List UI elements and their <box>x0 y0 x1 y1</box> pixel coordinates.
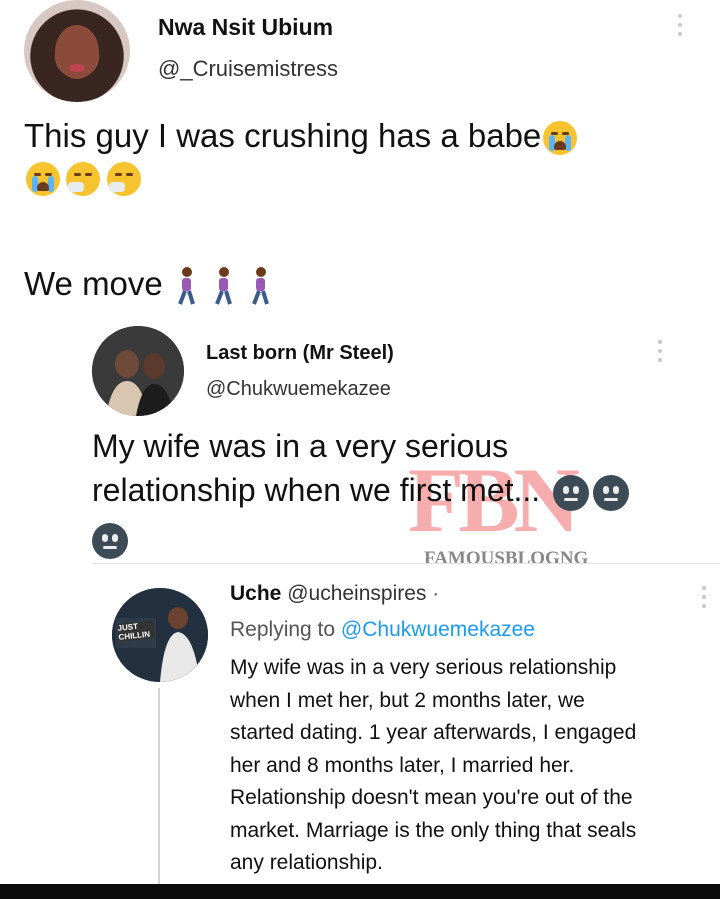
profile-photo <box>55 25 99 79</box>
reply-author-handle[interactable]: @ucheinspires <box>287 582 426 605</box>
tweet2-more-options-icon[interactable] <box>658 340 664 362</box>
reply-line: Relationship doesn't mean you're out of … <box>230 786 633 809</box>
reply-more-options-icon[interactable] <box>702 586 708 608</box>
tweet1-line1: This guy I was crushing has a babe <box>24 117 542 154</box>
tweet1-line2: We move <box>24 265 163 302</box>
reply-line: market. Marriage is the only thing that … <box>230 818 637 842</box>
loudly-crying-face-icon <box>543 121 578 156</box>
tweet2-author-handle[interactable]: @Chukwuemekazee <box>206 378 391 401</box>
tweet2-text: My wife was in a very serious relationsh… <box>92 424 692 560</box>
reply-header: Uche @ucheinspires · <box>230 582 439 606</box>
reply-line: any relationship. <box>230 851 383 874</box>
tweet1-author-name[interactable]: Nwa Nsit Ubium <box>158 14 333 41</box>
woman-walking-icon <box>252 267 270 305</box>
tweet1-author-handle[interactable]: @_Cruisemistress <box>158 56 338 82</box>
avatar-sign: JUST CHILLIN <box>117 620 155 642</box>
loudly-crying-face-icon <box>26 162 60 196</box>
tweet1-emoji-row <box>24 162 141 196</box>
reply-line: started dating. 1 year afterwards, I eng… <box>230 721 637 744</box>
profile-photo <box>92 326 184 416</box>
bottom-black-bar <box>0 884 720 899</box>
tweet2-line2: relationship when we first met... <box>92 472 541 508</box>
tweet1-text: This guy I was crushing has a babe <box>24 112 704 160</box>
reply-body: My wife was in a very serious relationsh… <box>230 652 710 880</box>
avatar-nwa-nsit-ubium[interactable] <box>24 0 130 102</box>
reply-author-name[interactable]: Uche <box>230 582 281 605</box>
tweet1-more-options-icon[interactable] <box>678 14 684 36</box>
avatar-last-born[interactable] <box>92 326 184 416</box>
tweet1-line2-row: We move <box>24 262 274 306</box>
neutral-face-icon <box>92 522 128 559</box>
reply-line: My wife was in a very serious relationsh… <box>230 656 617 679</box>
woman-walking-icon <box>178 267 195 305</box>
sneezing-face-icon <box>66 162 101 196</box>
woman-walking-icon <box>215 267 233 305</box>
tweet2-author-name[interactable]: Last born (Mr Steel) <box>206 342 394 365</box>
neutral-face-icon <box>553 474 590 511</box>
divider <box>92 563 720 564</box>
reply-thread-line <box>158 688 160 884</box>
sneezing-face-icon <box>106 162 141 196</box>
reply-dot: · <box>432 582 440 605</box>
reply-line: when I met her, but 2 months later, we <box>230 688 585 712</box>
replying-to-handle-link[interactable]: @Chukwuemekazee <box>341 618 535 641</box>
neutral-face-icon <box>593 474 630 511</box>
replying-to-label: Replying to <box>230 618 336 641</box>
tweet2-line1: My wife was in a very serious <box>92 428 509 464</box>
reply-replying-to: Replying to @Chukwuemekazee <box>230 618 535 642</box>
reply-line: her and 8 months later, I married her. <box>230 753 575 777</box>
